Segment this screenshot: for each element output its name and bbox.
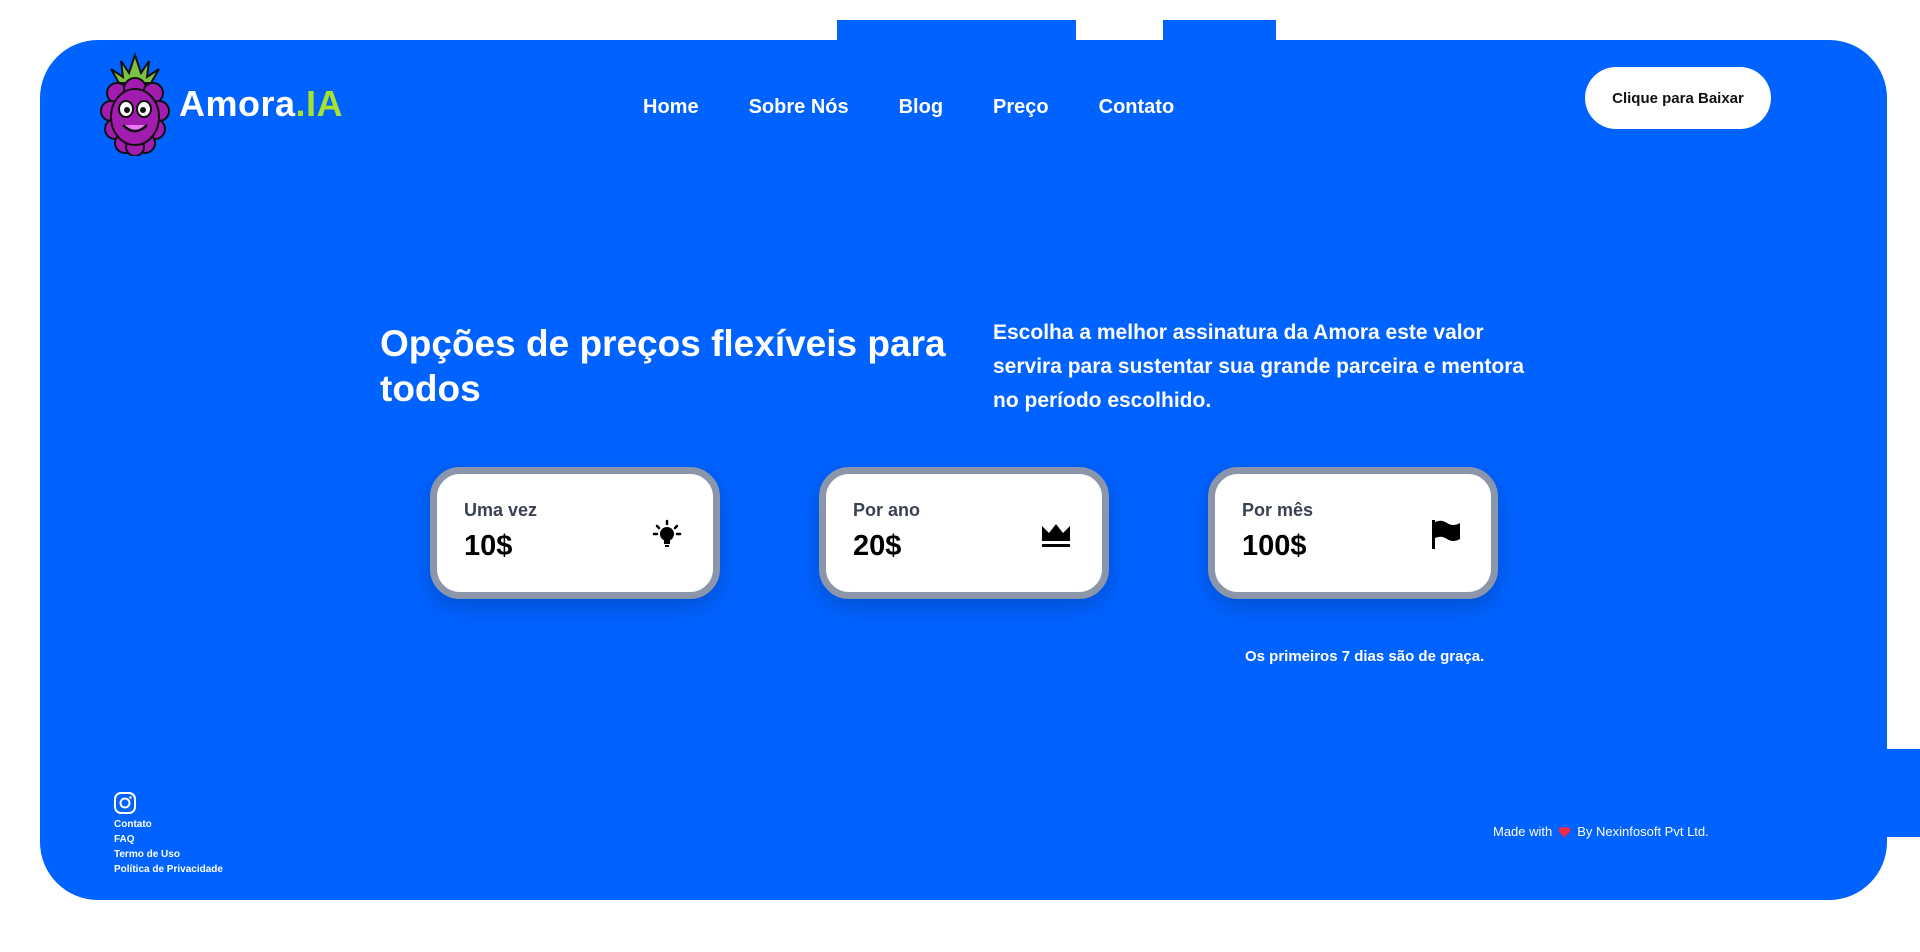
trial-note: Os primeiros 7 dias são de graça. xyxy=(1245,648,1485,665)
crown-icon xyxy=(1042,524,1070,547)
pricing-card-yearly[interactable]: Por ano 20$ xyxy=(819,467,1109,599)
nav-home[interactable]: Home xyxy=(643,96,699,119)
heart-icon xyxy=(1558,826,1571,837)
footer-link-privacidade[interactable]: Política de Privacidade xyxy=(114,862,223,877)
main-nav: Home Sobre Nós Blog Preço Contato xyxy=(643,96,1224,119)
instagram-icon[interactable] xyxy=(113,791,137,815)
logo[interactable]: Amora.IA xyxy=(99,51,343,156)
nav-preco[interactable]: Preço xyxy=(993,96,1049,119)
lightbulb-icon xyxy=(652,519,682,547)
hero-description: Escolha a melhor assinatura da Amora est… xyxy=(993,321,1525,412)
nav-contato[interactable]: Contato xyxy=(1099,96,1175,119)
plan-label: Uma vez xyxy=(464,500,538,520)
footer-link-faq[interactable]: FAQ xyxy=(114,832,223,847)
raspberry-mascot-icon xyxy=(100,51,170,156)
brand-name: Amora.IA xyxy=(179,82,344,124)
made-with-suffix: By Nexinfosoft Pvt Ltd. xyxy=(1577,824,1709,839)
plan-label: Por mês xyxy=(1242,500,1314,520)
pricing-card-monthly[interactable]: Por mês 100$ xyxy=(1208,467,1498,599)
footer-link-contato[interactable]: Contato xyxy=(114,817,223,832)
nav-blog[interactable]: Blog xyxy=(899,96,943,119)
nav-sobre-nos[interactable]: Sobre Nós xyxy=(749,96,849,119)
plan-price: 100$ xyxy=(1242,530,1307,562)
download-button[interactable]: Clique para Baixar xyxy=(1585,67,1771,129)
page-title: Opções de preços flexíveis para todos xyxy=(380,323,946,409)
footer-links: Contato FAQ Termo de Uso Política de Pri… xyxy=(114,817,223,877)
plan-price: 20$ xyxy=(853,530,902,562)
flag-icon xyxy=(1432,520,1460,549)
made-with-prefix: Made with xyxy=(1493,824,1553,839)
plan-label: Por ano xyxy=(853,500,921,520)
pricing-card-once[interactable]: Uma vez 10$ xyxy=(430,467,720,599)
page: Amora.IA Home Sobre Nós Blog Preço Conta… xyxy=(0,0,1920,952)
plan-price: 10$ xyxy=(464,530,513,562)
made-with-credit: Made with By Nexinfosoft Pvt Ltd. xyxy=(1493,824,1709,839)
footer-link-termo-de-uso[interactable]: Termo de Uso xyxy=(114,847,223,862)
main-panel: Amora.IA Home Sobre Nós Blog Preço Conta… xyxy=(40,40,1887,900)
